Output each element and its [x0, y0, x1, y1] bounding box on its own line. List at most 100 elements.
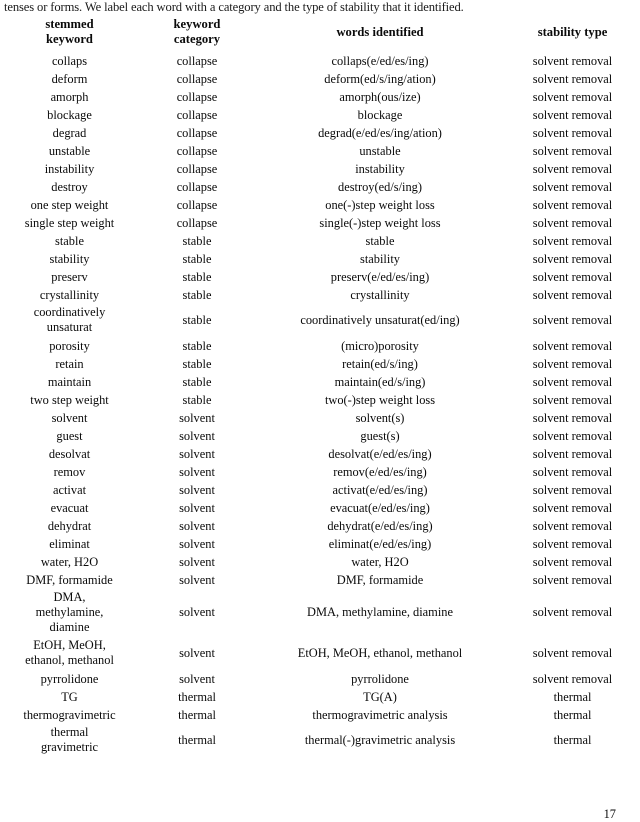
cell-keyword-category: stable	[182, 270, 212, 284]
cell-keyword-category: stable	[182, 357, 212, 371]
cell-words-identified: collaps(e/ed/es/ing)	[331, 54, 429, 68]
cell-words-identified: thermogravimetric analysis	[312, 708, 448, 722]
cell-stemmed-keyword: porosity	[49, 339, 90, 353]
cell-stability-type: solvent removal	[532, 216, 613, 230]
cell-stemmed-keyword: desolvat	[48, 447, 91, 461]
table-header: stemmed keyword keyword category words i…	[0, 13, 640, 52]
cell-stemmed-keyword: solvent	[51, 411, 88, 425]
page-number: 17	[603, 807, 616, 821]
cell-keyword-category: solvent	[179, 645, 215, 660]
table-row: TG thermal TG(A) thermal	[0, 688, 640, 706]
cell-keyword-category: stable	[182, 252, 212, 266]
cell-keyword-category: thermal	[178, 690, 216, 704]
cell-words-identified: amorph(ous/ize)	[339, 90, 421, 104]
table-row: eliminat solvent eliminat(e/ed/es/ing) solv…	[0, 535, 640, 553]
cell-words-identified: solvent(s)	[355, 411, 405, 425]
cell-keyword-category: stable	[182, 393, 212, 407]
cell-words-identified: stable	[365, 234, 395, 248]
cell-stability-type: solvent removal	[532, 288, 613, 302]
cell-words-identified: deform(ed/s/ing/ation)	[324, 72, 436, 86]
cell-stemmed-keyword: collaps	[51, 54, 88, 68]
cell-words-identified: EtOH, MeOH, ethanol, methanol	[297, 645, 463, 660]
cell-words-identified: retain(ed/s/ing)	[342, 357, 418, 371]
cell-stemmed-keyword: unstable	[48, 144, 91, 158]
cell-keyword-category: collapse	[176, 180, 218, 194]
cell-stability-type: solvent removal	[532, 447, 613, 461]
cell-stemmed-keyword: preserv	[51, 270, 88, 284]
cell-words-identified: TG(A)	[363, 690, 397, 704]
cell-stability-type: solvent removal	[532, 72, 613, 86]
cell-stability-type: solvent removal	[532, 90, 613, 104]
cell-stability-type: thermal	[553, 690, 592, 704]
table-row: activat solvent activat(e/ed/es/ing) solven…	[0, 481, 640, 499]
cell-stability-type: solvent removal	[532, 252, 613, 266]
cell-stability-type: solvent removal	[532, 429, 613, 443]
table-row: retain stable retain(ed/s/ing) solvent remo…	[0, 355, 640, 373]
cell-words-identified: evacuat(e/ed/es/ing)	[330, 501, 430, 515]
cell-stability-type: solvent removal	[532, 501, 613, 515]
cell-keyword-category: solvent	[179, 573, 215, 587]
table-row: EtOH, MeOH, ethanol, methanol solvent EtOH…	[0, 637, 640, 670]
cell-words-identified: remov(e/ed/es/ing)	[333, 465, 427, 479]
cell-stemmed-keyword: maintain	[47, 375, 92, 389]
cell-keyword-category: solvent	[179, 465, 215, 479]
table-caption: tenses or forms. We label each word with…	[4, 0, 464, 14]
table-header-row: stemmed keyword keyword category words i…	[0, 13, 640, 52]
column-header-stability-type: stability type	[537, 24, 608, 39]
cell-stability-type: solvent removal	[532, 234, 613, 248]
cell-stemmed-keyword: guest	[56, 429, 83, 443]
table-row: amorph collapse amorph(ous/ize) solvent rem…	[0, 88, 640, 106]
cell-stemmed-keyword: eliminat	[49, 537, 90, 551]
cell-words-identified: degrad(e/ed/es/ing/ation)	[318, 126, 442, 140]
cell-stemmed-keyword: deform	[51, 72, 88, 86]
cell-words-identified: thermal(-)gravimetric analysis	[304, 732, 456, 747]
cell-stability-type: solvent removal	[532, 465, 613, 479]
cell-stability-type: solvent removal	[532, 555, 613, 569]
cell-words-identified: stability	[360, 252, 400, 266]
table-row: degrad collapse degrad(e/ed/es/ing/ation) s…	[0, 124, 640, 142]
cell-words-identified: instability	[355, 162, 405, 176]
table-row: preserv stable preserv(e/ed/es/ing) solvent…	[0, 268, 640, 286]
cell-stemmed-keyword: thermal gravimetric	[40, 725, 99, 754]
cell-words-identified: single(-)step weight loss	[319, 216, 441, 230]
cell-stemmed-keyword: evacuat	[50, 501, 89, 515]
table-row: desolvat solvent desolvat(e/ed/es/ing) solv…	[0, 445, 640, 463]
cell-stemmed-keyword: amorph	[50, 90, 89, 104]
column-header-words-identified: words identified	[336, 24, 424, 39]
cell-stemmed-keyword: stability	[49, 252, 90, 266]
cell-keyword-category: collapse	[176, 216, 218, 230]
cell-stability-type: solvent removal	[532, 54, 613, 68]
cell-stability-type: solvent removal	[532, 126, 613, 140]
cell-words-identified: activat(e/ed/es/ing)	[332, 483, 428, 497]
cell-stemmed-keyword: remov	[53, 465, 86, 479]
cell-words-identified: maintain(ed/s/ing)	[334, 375, 426, 389]
cell-stability-type: solvent removal	[532, 108, 613, 122]
column-header-stemmed-keyword: stemmed keyword	[45, 17, 94, 46]
cell-stability-type: solvent removal	[532, 162, 613, 176]
table-row: DMA, methylamine, diamine solvent DMA, met…	[0, 589, 640, 637]
table-row: one step weight collapse one(-)step weight…	[0, 196, 640, 214]
cell-words-identified: DMA, methylamine, diamine	[307, 605, 453, 619]
cell-stability-type: solvent removal	[532, 144, 613, 158]
cell-keyword-category: stable	[182, 375, 212, 389]
cell-keyword-category: collapse	[176, 90, 218, 104]
cell-keyword-category: stable	[182, 312, 212, 327]
table-row: pyrrolidone solvent pyrrolidone solvent rem…	[0, 670, 640, 688]
cell-stability-type: solvent removal	[532, 270, 613, 284]
cell-stemmed-keyword: dehydrat	[47, 519, 92, 533]
cell-stemmed-keyword: DMA, methylamine, diamine	[35, 590, 104, 634]
cell-keyword-category: solvent	[179, 429, 215, 443]
cell-stability-type: solvent removal	[532, 483, 613, 497]
cell-stemmed-keyword: two step weight	[30, 393, 109, 407]
table-row: solvent solvent solvent(s) solvent removal	[0, 409, 640, 427]
cell-keyword-category: stable	[182, 234, 212, 248]
cell-stemmed-keyword: destroy	[51, 180, 88, 194]
cell-stability-type: solvent removal	[532, 519, 613, 533]
cell-stemmed-keyword: degrad	[52, 126, 87, 140]
cell-keyword-category: collapse	[176, 198, 218, 212]
cell-stability-type: solvent removal	[532, 605, 613, 619]
cell-stability-type: solvent removal	[532, 645, 613, 660]
cell-words-identified: (micro)porosity	[341, 339, 419, 353]
table-row: stability stable stability solvent removal	[0, 250, 640, 268]
table-row: coordinatively unsaturat stable coordinati…	[0, 304, 640, 337]
